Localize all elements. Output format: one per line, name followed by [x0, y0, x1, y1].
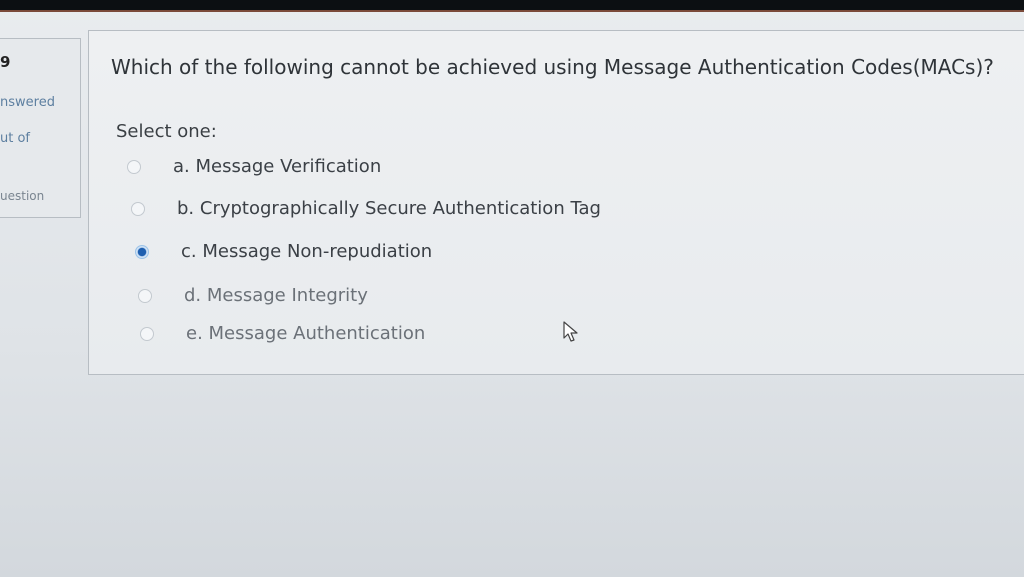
question-card: Which of the following cannot be achieve…	[88, 30, 1024, 375]
question-info-panel: 9 nswered ut of uestion	[0, 38, 81, 218]
option-a-label: a. Message Verification	[173, 156, 382, 177]
option-b[interactable]: b. Cryptographically Secure Authenticati…	[131, 198, 601, 219]
radio-button-c-selected[interactable]	[135, 244, 149, 259]
option-e-label: e. Message Authentication	[186, 323, 426, 344]
radio-button-b[interactable]	[131, 201, 145, 216]
radio-button-e[interactable]	[140, 326, 154, 341]
option-d-label: d. Message Integrity	[184, 285, 368, 306]
question-state: nswered	[0, 95, 55, 110]
radio-button-a[interactable]	[127, 159, 141, 174]
option-d[interactable]: d. Message Integrity	[138, 285, 368, 306]
option-e[interactable]: e. Message Authentication	[140, 323, 425, 344]
question-text: Which of the following cannot be achieve…	[111, 55, 994, 79]
option-c[interactable]: c. Message Non-repudiation	[135, 241, 432, 262]
option-b-label: b. Cryptographically Secure Authenticati…	[177, 198, 601, 219]
option-c-label: c. Message Non-repudiation	[181, 241, 433, 262]
question-marks: ut of	[0, 131, 30, 146]
radio-button-d[interactable]	[138, 288, 152, 303]
option-a[interactable]: a. Message Verification	[127, 156, 381, 177]
top-bar	[0, 0, 1024, 12]
select-one-prompt: Select one:	[116, 121, 217, 142]
mouse-pointer-icon	[563, 321, 578, 342]
question-number: 9	[0, 53, 11, 71]
flag-question-link[interactable]: uestion	[0, 189, 44, 203]
